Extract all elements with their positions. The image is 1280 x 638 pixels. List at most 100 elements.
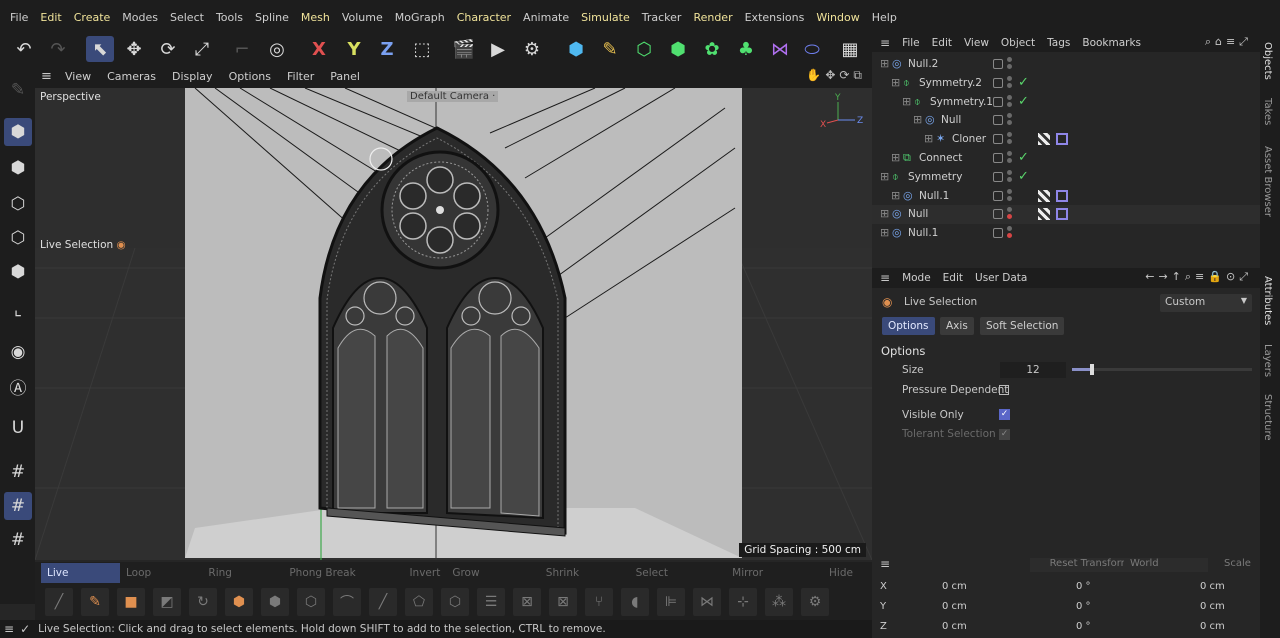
coordinate-system-icon[interactable]: ◎ <box>263 36 291 62</box>
object-name[interactable]: Symmetry.1 <box>930 96 993 108</box>
tab-options[interactable]: Options <box>882 317 935 335</box>
selection-tool-7[interactable]: Select Connected <box>630 563 727 599</box>
attr-menu-mode[interactable]: Mode <box>896 272 937 284</box>
status-menu-icon[interactable]: ≡ <box>0 622 20 636</box>
edit-visibility-icon[interactable] <box>993 171 1003 182</box>
hamburger-icon[interactable]: ≡ <box>35 69 57 84</box>
edit-visibility-icon[interactable] <box>993 115 1003 126</box>
object-name[interactable]: Symmetry.2 <box>919 77 982 89</box>
selection-tag-icon[interactable] <box>1056 189 1068 202</box>
make-editable-icon[interactable]: ✎ <box>4 76 32 104</box>
edit-visibility-icon[interactable] <box>993 190 1003 201</box>
expand-toggle-icon[interactable]: ⊞ <box>924 132 933 145</box>
viewport-menu-panel[interactable]: Panel <box>322 70 368 83</box>
magnet-tool-icon[interactable]: ◖ <box>621 588 649 616</box>
axis-mode-icon[interactable]: ⌞ <box>4 296 32 324</box>
size-field[interactable]: 12 <box>1000 362 1066 378</box>
visibility-dots[interactable] <box>1007 226 1013 240</box>
selection-tool-2[interactable]: Ring Selection <box>202 563 283 599</box>
enabled-check-icon[interactable]: ✓ <box>1018 75 1029 90</box>
attr-menu-user-data[interactable]: User Data <box>969 272 1033 284</box>
position-field[interactable]: 0 cm <box>942 601 967 612</box>
menu-extensions[interactable]: Extensions <box>739 11 811 24</box>
visible-only-checkbox[interactable]: ✓ <box>999 409 1010 420</box>
selection-tool-3[interactable]: Phong Break Selection <box>283 563 403 599</box>
viewport-navigation-icons[interactable]: ✋✥⟳⧉ <box>806 68 866 83</box>
bevel-icon[interactable]: ↻ <box>189 588 217 616</box>
viewport-menu-filter[interactable]: Filter <box>279 70 322 83</box>
bridge-icon[interactable]: ⌒ <box>333 588 361 616</box>
menu-animate[interactable]: Animate <box>517 11 575 24</box>
viewport-menu-display[interactable]: Display <box>164 70 221 83</box>
tab-structure[interactable]: Structure <box>1262 394 1273 441</box>
expand-toggle-icon[interactable]: ⊞ <box>880 226 889 239</box>
visibility-dots[interactable] <box>1007 207 1013 221</box>
visibility-dots[interactable] <box>1007 188 1013 203</box>
menu-file[interactable]: File <box>4 11 34 24</box>
brush-icon[interactable]: ✎ <box>81 588 109 616</box>
visibility-dots[interactable] <box>1007 113 1013 127</box>
object-row[interactable]: ⊞ ◎ Null <box>872 205 1260 225</box>
render-view-icon[interactable]: 🎬 <box>450 36 478 62</box>
object-row[interactable]: ⊞ ✶ Cloner <box>872 130 1260 149</box>
object-row[interactable]: ⊞ ⌽ Symmetry ✓ <box>872 168 1260 187</box>
tab-objects[interactable]: Objects <box>1262 42 1273 80</box>
z-axis-lock-button[interactable]: Z <box>373 36 401 62</box>
scale-field[interactable]: 0 cm <box>1200 601 1225 612</box>
texture-tag-icon[interactable] <box>1038 189 1050 202</box>
menu-create[interactable]: Create <box>68 11 117 24</box>
object-row[interactable]: ⊞ ⌽ Symmetry.2 ✓ <box>872 74 1260 93</box>
menu-volume[interactable]: Volume <box>336 11 389 24</box>
transform-icon[interactable]: ⌐ <box>228 36 256 62</box>
selection-tool-9[interactable]: Hide Se <box>823 563 872 599</box>
cube-icon[interactable]: ⬢ <box>562 36 590 62</box>
selection-tool-0[interactable]: Live Selection <box>41 563 120 599</box>
floor-grid-icon[interactable]: ▦ <box>836 36 864 62</box>
object-manager-hamburger-icon[interactable]: ≡ <box>872 36 896 50</box>
polygons-mode-icon[interactable]: ⬢ <box>4 258 32 286</box>
object-name[interactable]: Null <box>941 114 961 126</box>
set-point-value-icon[interactable]: ⊹ <box>729 588 757 616</box>
inner-extrude-icon[interactable]: ⬢ <box>261 588 289 616</box>
object-name[interactable]: Null.1 <box>908 227 938 239</box>
pressure-checkbox[interactable] <box>999 385 1009 395</box>
object-name[interactable]: Cloner <box>952 133 986 145</box>
slide-icon[interactable]: ☰ <box>477 588 505 616</box>
rotation-field[interactable]: 0 ° <box>1076 601 1091 612</box>
object-row[interactable]: ⊞ ◎ Null.1 <box>872 187 1260 206</box>
expand-toggle-icon[interactable]: ⊞ <box>891 189 900 202</box>
edit-visibility-icon[interactable] <box>993 228 1003 239</box>
cloner-icon[interactable]: ✿ <box>698 36 726 62</box>
dissolve-icon[interactable]: ⊠ <box>549 588 577 616</box>
menu-render[interactable]: Render <box>687 11 738 24</box>
tab-layers[interactable]: Layers <box>1262 344 1273 377</box>
live-selection-tool-icon[interactable]: ⬉ <box>86 36 114 62</box>
tab-attributes[interactable]: Attributes <box>1262 276 1273 325</box>
scale-field[interactable]: 0 cm <box>1200 621 1225 632</box>
redo-icon[interactable]: ↷ <box>44 36 72 62</box>
x-axis-lock-button[interactable]: X <box>305 36 333 62</box>
menu-modes[interactable]: Modes <box>116 11 164 24</box>
texture-tag-icon[interactable] <box>1038 208 1050 221</box>
tolerant-selection-checkbox[interactable]: ✓ <box>999 429 1010 440</box>
visibility-dots[interactable] <box>1007 75 1013 90</box>
enabled-check-icon[interactable]: ✓ <box>1018 169 1029 184</box>
workplane-icon[interactable]: # <box>4 458 32 486</box>
expand-toggle-icon[interactable]: ⊞ <box>913 113 922 126</box>
randomize-icon[interactable]: ⁂ <box>765 588 793 616</box>
object-row[interactable]: ⊞ ◎ Null.1 <box>872 224 1260 243</box>
snap-grid-icon[interactable]: # <box>4 492 32 520</box>
edit-visibility-icon[interactable] <box>993 59 1003 69</box>
coordinates-hamburger-icon[interactable]: ≡ <box>880 557 890 571</box>
edit-visibility-icon[interactable] <box>993 96 1003 107</box>
line-cut-icon[interactable]: ╱ <box>45 588 73 616</box>
tab-soft-selection[interactable]: Soft Selection <box>980 317 1065 335</box>
menu-simulate[interactable]: Simulate <box>575 11 636 24</box>
object-row[interactable]: ⊞ ⌽ Symmetry.1 ✓ <box>872 93 1260 112</box>
menu-edit[interactable]: Edit <box>34 11 67 24</box>
object-name[interactable]: Connect <box>919 152 962 164</box>
smooth-icon[interactable]: ⚙ <box>801 588 829 616</box>
menu-spline[interactable]: Spline <box>249 11 295 24</box>
expand-toggle-icon[interactable]: ⊞ <box>880 207 889 220</box>
selection-tool-8[interactable]: Mirror Selection... <box>726 563 823 599</box>
